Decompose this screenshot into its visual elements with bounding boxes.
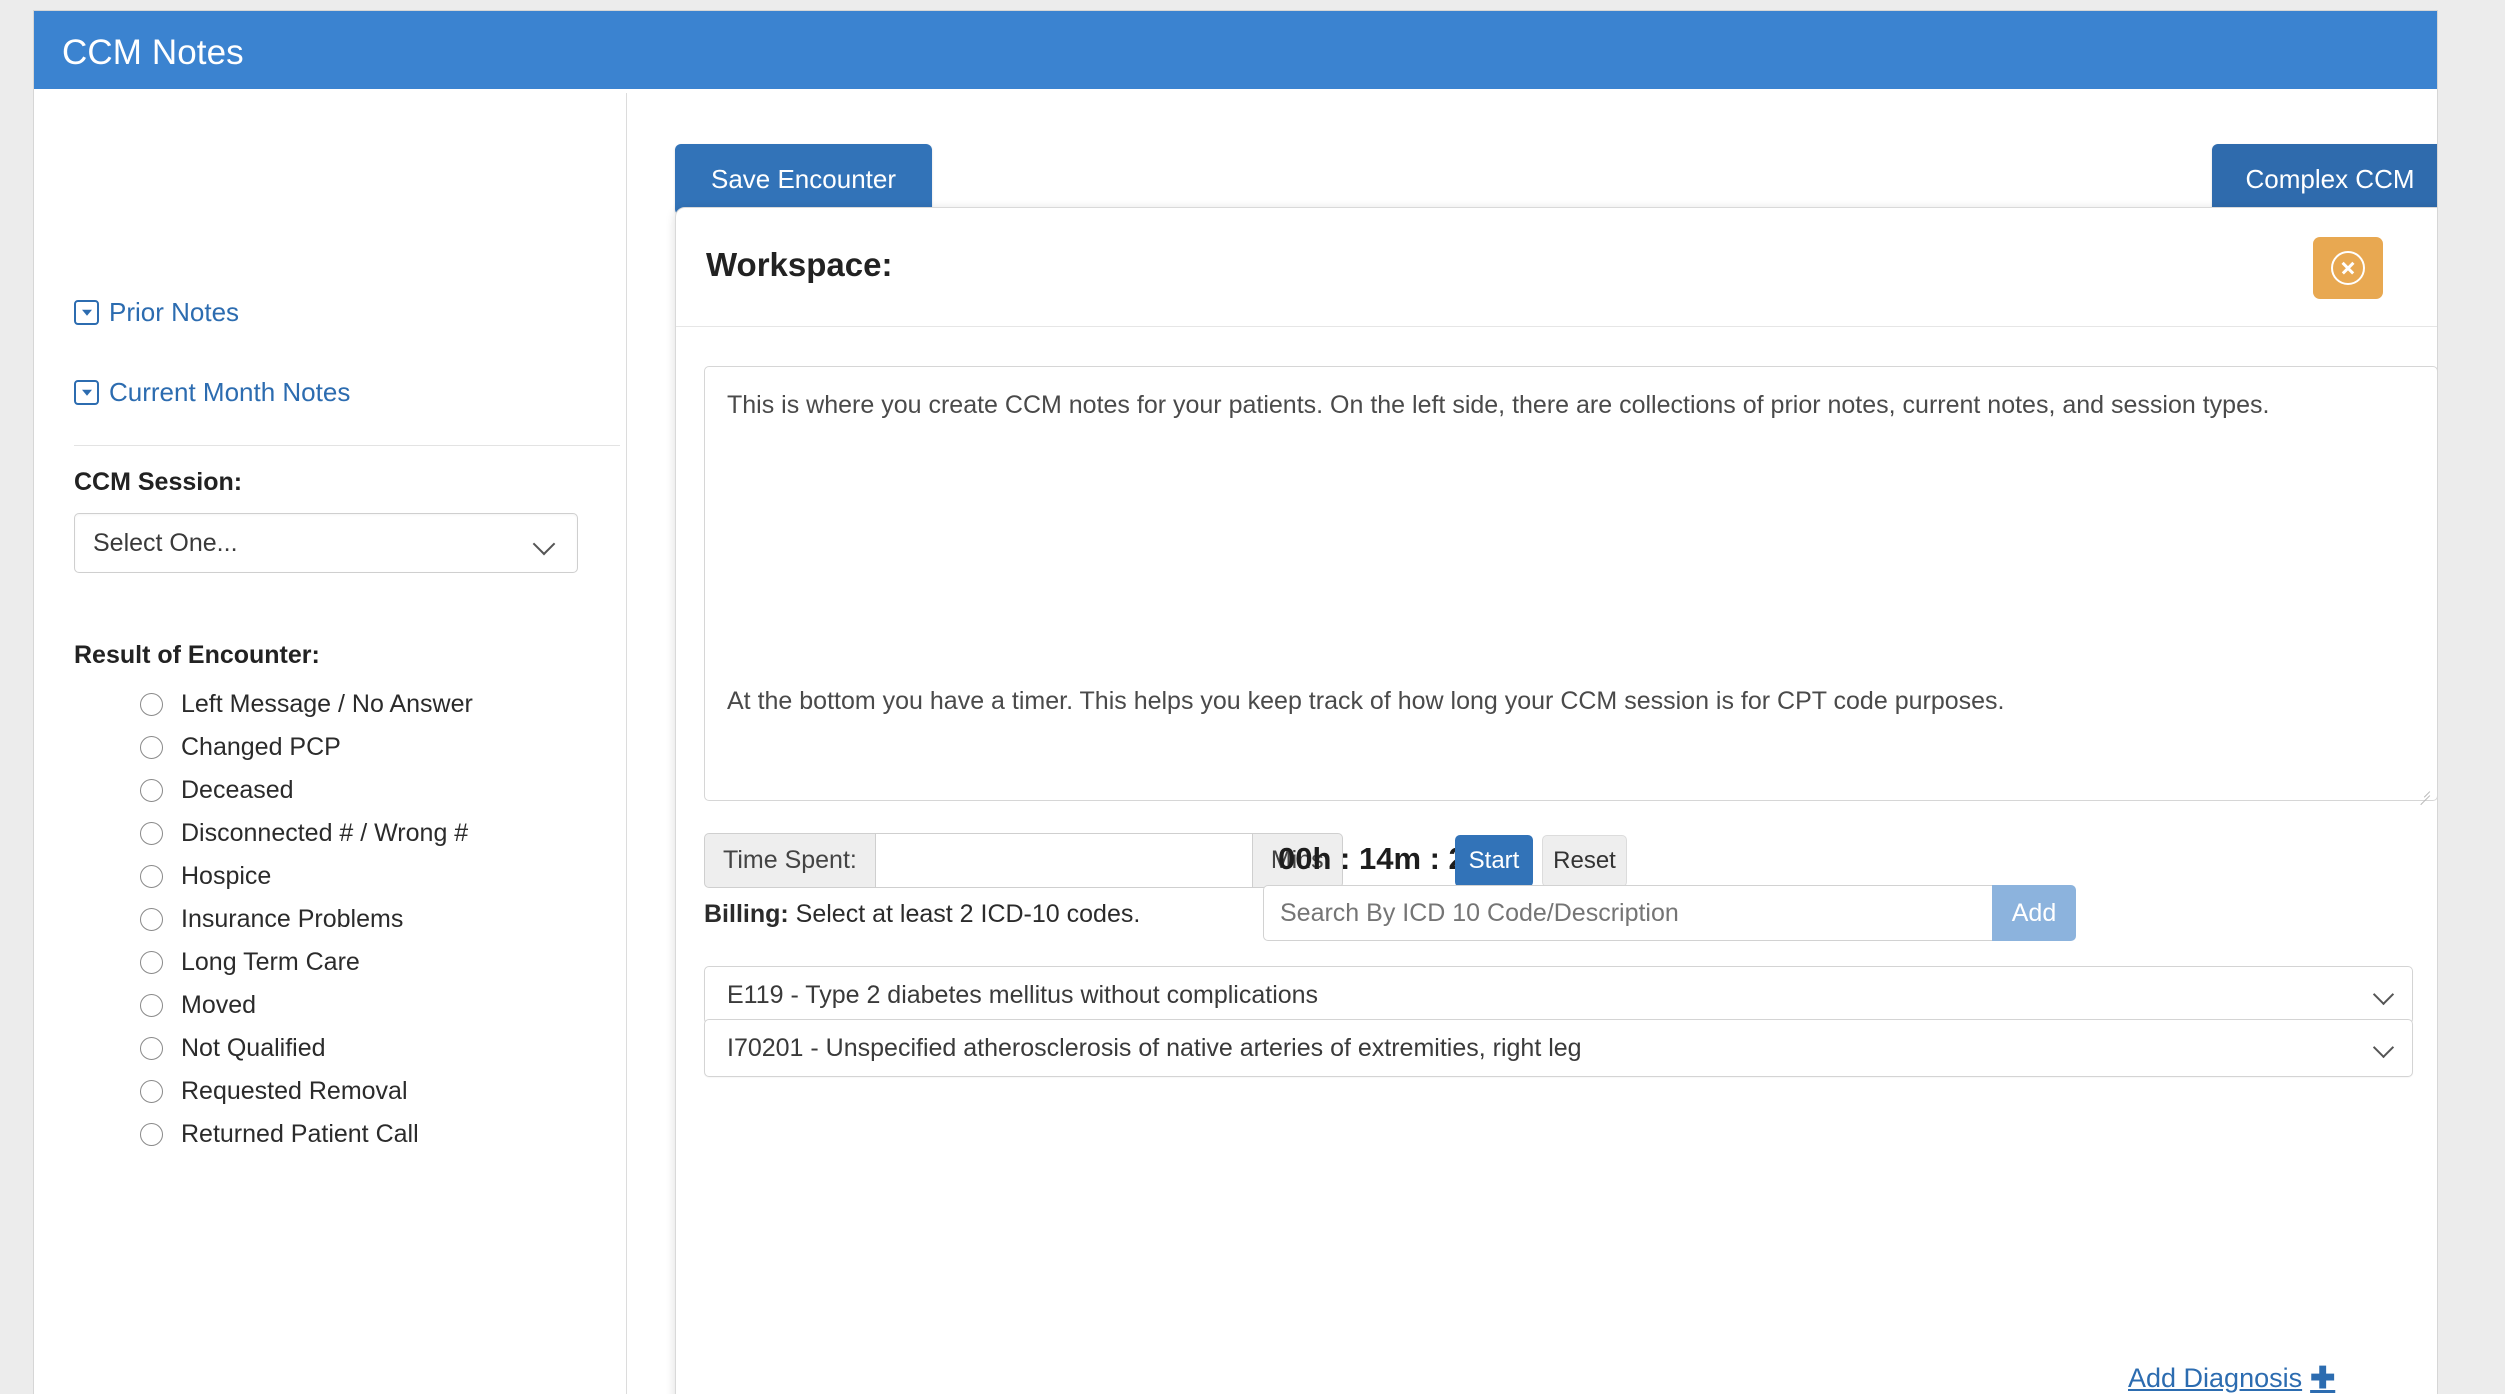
radio-option[interactable]: Insurance Problems bbox=[140, 898, 473, 941]
radio-icon[interactable] bbox=[140, 1123, 163, 1146]
caret-down-box-icon bbox=[74, 300, 99, 325]
workspace-title: Workspace: bbox=[706, 246, 893, 283]
sidebar-item-label: Current Month Notes bbox=[109, 377, 351, 407]
radio-label: Changed PCP bbox=[181, 733, 341, 761]
app-root: CCM Notes Prior Notes Current Month Note… bbox=[0, 0, 2505, 1394]
result-of-encounter-label: Result of Encounter: bbox=[74, 641, 320, 669]
billing-instruction: Billing: Select at least 2 ICD-10 codes. bbox=[704, 900, 1140, 929]
radio-option[interactable]: Deceased bbox=[140, 769, 473, 812]
plus-icon: ✚ bbox=[2310, 1361, 2336, 1394]
radio-icon[interactable] bbox=[140, 951, 163, 974]
save-encounter-button[interactable]: Save Encounter bbox=[675, 144, 932, 215]
workspace-header: Workspace: bbox=[676, 208, 2437, 327]
radio-option[interactable]: Long Term Care bbox=[140, 941, 473, 984]
timer-start-button[interactable]: Start bbox=[1455, 835, 1533, 887]
radio-icon[interactable] bbox=[140, 1037, 163, 1060]
result-of-encounter-radio-group: Left Message / No Answer Changed PCP Dec… bbox=[140, 683, 473, 1156]
radio-option[interactable]: Not Qualified bbox=[140, 1027, 473, 1070]
radio-icon[interactable] bbox=[140, 994, 163, 1017]
radio-label: Not Qualified bbox=[181, 1034, 326, 1062]
sidebar-vertical-divider bbox=[626, 93, 627, 1394]
radio-label: Hospice bbox=[181, 862, 272, 890]
icd-code-row: E119 - Type 2 diabetes mellitus without … bbox=[704, 966, 2413, 1024]
radio-icon[interactable] bbox=[140, 779, 163, 802]
timer-reset-button[interactable]: Reset bbox=[1542, 835, 1627, 887]
radio-icon[interactable] bbox=[140, 736, 163, 759]
icd-search-group: Add bbox=[1263, 885, 2076, 941]
ccm-session-select[interactable]: Select One... bbox=[74, 513, 578, 573]
radio-label: Requested Removal bbox=[181, 1077, 408, 1105]
radio-label: Deceased bbox=[181, 776, 294, 804]
radio-icon[interactable] bbox=[140, 693, 163, 716]
time-spent-group: Time Spent: Mins bbox=[704, 833, 1343, 888]
radio-icon[interactable] bbox=[140, 822, 163, 845]
sidebar-divider bbox=[74, 445, 620, 446]
radio-label: Left Message / No Answer bbox=[181, 690, 473, 718]
time-spent-label: Time Spent: bbox=[704, 833, 875, 888]
billing-instruction-text: Select at least 2 ICD-10 codes. bbox=[795, 900, 1141, 928]
radio-option[interactable]: Requested Removal bbox=[140, 1070, 473, 1113]
radio-icon[interactable] bbox=[140, 1080, 163, 1103]
sidebar: Prior Notes Current Month Notes CCM Sess… bbox=[34, 93, 626, 1394]
radio-icon[interactable] bbox=[140, 908, 163, 931]
radio-label: Disconnected # / Wrong # bbox=[181, 819, 469, 847]
page-title: CCM Notes bbox=[62, 33, 244, 72]
sidebar-item-prior-notes[interactable]: Prior Notes bbox=[74, 297, 239, 328]
caret-down-box-icon bbox=[74, 380, 99, 405]
sidebar-item-label: Prior Notes bbox=[109, 297, 240, 327]
page-card: CCM Notes Prior Notes Current Month Note… bbox=[33, 10, 2438, 1394]
close-workspace-button[interactable] bbox=[2313, 237, 2383, 299]
radio-label: Returned Patient Call bbox=[181, 1120, 419, 1148]
radio-label: Moved bbox=[181, 991, 257, 1019]
icd-search-input[interactable] bbox=[1263, 885, 1992, 941]
radio-label: Long Term Care bbox=[181, 948, 360, 976]
sidebar-item-current-month-notes[interactable]: Current Month Notes bbox=[74, 377, 350, 408]
add-diagnosis-link[interactable]: Add Diagnosis ✚ bbox=[2128, 1363, 2335, 1394]
icd-code-select[interactable]: E119 - Type 2 diabetes mellitus without … bbox=[704, 966, 2413, 1024]
app-titlebar: CCM Notes bbox=[34, 11, 2437, 89]
radio-option[interactable]: Disconnected # / Wrong # bbox=[140, 812, 473, 855]
time-spent-input[interactable] bbox=[874, 833, 1253, 888]
radio-option[interactable]: Left Message / No Answer bbox=[140, 683, 473, 726]
radio-option[interactable]: Returned Patient Call bbox=[140, 1113, 473, 1156]
radio-option[interactable]: Moved bbox=[140, 984, 473, 1027]
icd-code-select[interactable]: I70201 - Unspecified atherosclerosis of … bbox=[704, 1019, 2413, 1077]
add-diagnosis-label: Add Diagnosis bbox=[2128, 1363, 2303, 1393]
complex-ccm-button[interactable]: Complex CCM bbox=[2212, 144, 2437, 215]
add-icd-button[interactable]: Add bbox=[1992, 885, 2076, 941]
workspace-note-textarea[interactable]: This is where you create CCM notes for y… bbox=[704, 366, 2437, 801]
circle-x-icon bbox=[2331, 251, 2365, 285]
radio-icon[interactable] bbox=[140, 865, 163, 888]
radio-label: Insurance Problems bbox=[181, 905, 404, 933]
icd-code-row: I70201 - Unspecified atherosclerosis of … bbox=[704, 1019, 2413, 1077]
billing-label: Billing: bbox=[704, 900, 789, 928]
radio-option[interactable]: Hospice bbox=[140, 855, 473, 898]
ccm-session-label: CCM Session: bbox=[74, 468, 243, 496]
workspace-panel: Workspace: This is where you create CCM … bbox=[675, 207, 2437, 1394]
radio-option[interactable]: Changed PCP bbox=[140, 726, 473, 769]
